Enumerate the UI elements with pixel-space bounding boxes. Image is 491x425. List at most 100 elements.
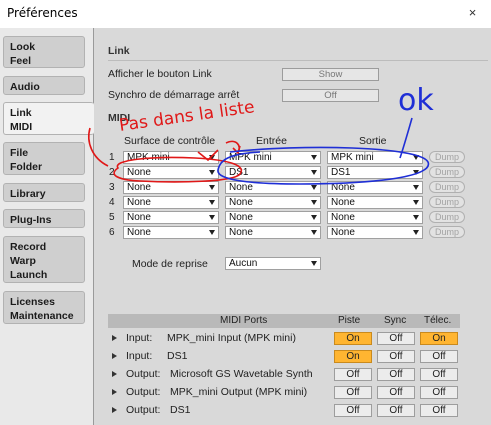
remote-toggle[interactable]: Off [420, 368, 458, 381]
track-toggle[interactable]: On [334, 350, 372, 363]
select-value: DS1 [229, 167, 249, 178]
row-number: 3 [109, 182, 115, 193]
select-value: None [127, 197, 151, 208]
dump-button[interactable]: Dump [429, 196, 465, 208]
tab-plug-ins[interactable]: Plug-Ins [3, 209, 85, 228]
tab-label: Launch [10, 269, 48, 281]
output-select[interactable]: None [327, 181, 423, 194]
input-select[interactable]: None [225, 196, 321, 209]
remote-toggle[interactable]: Off [420, 386, 458, 399]
port-name: DS1 [167, 350, 188, 362]
tab-label: Look [10, 41, 36, 53]
remote-toggle[interactable]: On [420, 332, 458, 345]
tab-label: MIDI [10, 121, 33, 133]
output-select[interactable]: None [327, 226, 423, 239]
output-select[interactable]: None [327, 211, 423, 224]
port-type: Input: [126, 332, 153, 344]
input-select[interactable]: None [225, 226, 321, 239]
start-stop-sync-toggle[interactable]: Off [282, 89, 379, 102]
select-value: None [127, 212, 151, 223]
sync-toggle[interactable]: Off [377, 386, 415, 399]
start-stop-sync-label: Synchro de démarrage arrêt [108, 89, 240, 101]
select-value: MPK mini [331, 152, 374, 163]
track-toggle[interactable]: Off [334, 404, 372, 417]
tab-label: Maintenance [10, 310, 74, 322]
input-select[interactable]: DS1 [225, 166, 321, 179]
dump-button[interactable]: Dump [429, 226, 465, 238]
window-title: Préférences [7, 6, 78, 20]
dump-button[interactable]: Dump [429, 151, 465, 163]
control-surface-select[interactable]: None [123, 226, 219, 239]
close-icon[interactable]: × [466, 6, 479, 20]
dropdown-arrow-icon [413, 230, 419, 235]
tab-label: Audio [10, 81, 40, 93]
port-type: Output: [126, 404, 161, 416]
select-value: None [127, 227, 151, 238]
sync-toggle[interactable]: Off [377, 368, 415, 381]
dump-button[interactable]: Dump [429, 181, 465, 193]
midi-port-row: Output: MPK_mini Output (MPK mini) Off O… [108, 384, 460, 401]
control-surface-select[interactable]: None [123, 211, 219, 224]
output-select[interactable]: None [327, 196, 423, 209]
control-surface-select[interactable]: None [123, 166, 219, 179]
input-header: Entrée [256, 135, 287, 147]
midi-port-row: Output: Microsoft GS Wavetable Synth Off… [108, 366, 460, 383]
track-toggle[interactable]: On [334, 332, 372, 345]
takeover-mode-select[interactable]: Aucun [225, 257, 321, 270]
select-value: DS1 [331, 167, 351, 178]
sync-column-header: Sync [384, 315, 407, 326]
dropdown-arrow-icon [311, 215, 317, 220]
show-link-label: Afficher le bouton Link [108, 68, 212, 80]
tab-library[interactable]: Library [3, 183, 85, 202]
select-value: None [331, 212, 355, 223]
control-surface-select[interactable]: None [123, 196, 219, 209]
control-surface-select[interactable]: None [123, 181, 219, 194]
preferences-sidebar: Look Feel Audio Link MIDI File Folder Li… [0, 28, 94, 425]
select-value: None [229, 182, 253, 193]
expand-triangle-icon[interactable] [112, 335, 117, 341]
row-number: 2 [109, 167, 115, 178]
tab-licenses-maintenance[interactable]: Licenses Maintenance [3, 291, 85, 324]
takeover-mode-label: Mode de reprise [132, 258, 208, 270]
midi-port-row: Output: DS1 Off Off Off [108, 402, 460, 419]
midi-port-row: Input: DS1 On Off Off [108, 348, 460, 365]
remote-toggle[interactable]: Off [420, 404, 458, 417]
tab-label: Licenses [10, 296, 55, 308]
port-type: Output: [126, 386, 161, 398]
tab-file-folder[interactable]: File Folder [3, 142, 85, 175]
output-select[interactable]: DS1 [327, 166, 423, 179]
select-value: None [127, 182, 151, 193]
tab-label: Link [10, 107, 32, 119]
dump-button[interactable]: Dump [429, 166, 465, 178]
select-value: MPK mini [127, 152, 170, 163]
dropdown-arrow-icon [209, 200, 215, 205]
dump-button[interactable]: Dump [429, 211, 465, 223]
input-select[interactable]: None [225, 211, 321, 224]
expand-triangle-icon[interactable] [112, 389, 117, 395]
tab-label: Feel [10, 55, 32, 67]
show-link-toggle[interactable]: Show [282, 68, 379, 81]
sync-toggle[interactable]: Off [377, 404, 415, 417]
tab-record-warp-launch[interactable]: Record Warp Launch [3, 236, 85, 283]
sync-toggle[interactable]: Off [377, 332, 415, 345]
track-toggle[interactable]: Off [334, 386, 372, 399]
tab-audio[interactable]: Audio [3, 76, 85, 95]
input-select[interactable]: MPK mini [225, 151, 321, 164]
dropdown-arrow-icon [209, 230, 215, 235]
ports-column-header: MIDI Ports [220, 315, 268, 326]
expand-triangle-icon[interactable] [112, 407, 117, 413]
output-select[interactable]: MPK mini [327, 151, 423, 164]
input-select[interactable]: None [225, 181, 321, 194]
row-number: 4 [109, 197, 115, 208]
track-toggle[interactable]: Off [334, 368, 372, 381]
dropdown-arrow-icon [413, 155, 419, 160]
tab-link-midi[interactable]: Link MIDI [3, 102, 94, 135]
remote-toggle[interactable]: Off [420, 350, 458, 363]
expand-triangle-icon[interactable] [112, 371, 117, 377]
midi-port-row: Input: MPK_mini Input (MPK mini) On Off … [108, 330, 460, 347]
tab-look-feel[interactable]: Look Feel [3, 36, 85, 68]
expand-triangle-icon[interactable] [112, 353, 117, 359]
control-surface-select[interactable]: MPK mini [123, 151, 219, 164]
dropdown-arrow-icon [311, 200, 317, 205]
sync-toggle[interactable]: Off [377, 350, 415, 363]
